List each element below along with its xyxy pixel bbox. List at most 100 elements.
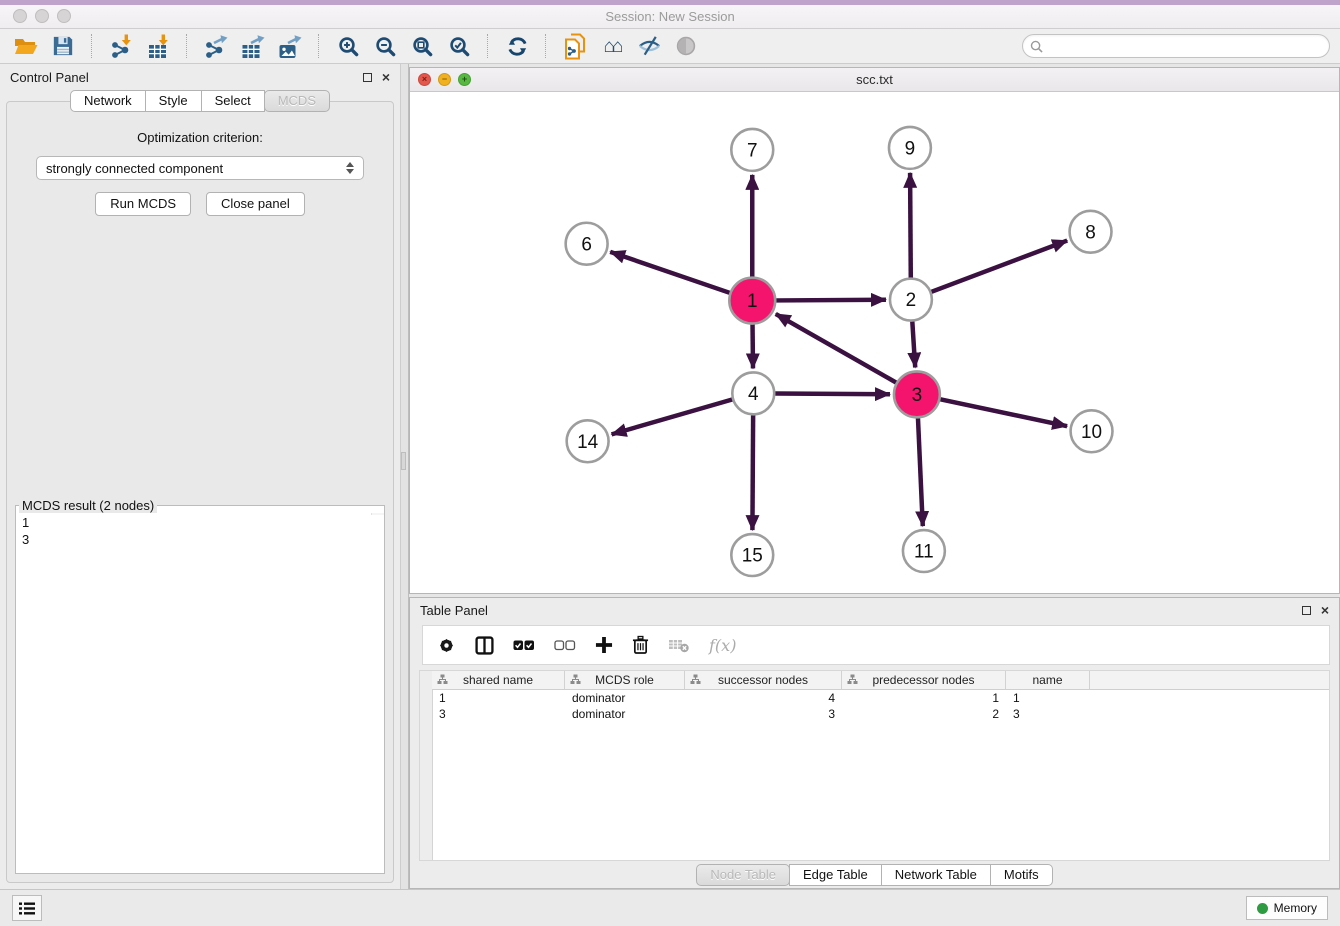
tab-network-table[interactable]: Network Table	[881, 864, 991, 886]
graph-node-2[interactable]: 2	[890, 279, 932, 321]
table-row[interactable]: 3 dominator 3 2 3	[432, 706, 1329, 722]
run-mcds-button[interactable]: Run MCDS	[95, 192, 191, 216]
control-panel-close-icon[interactable]: ×	[382, 70, 390, 84]
table-settings-button[interactable]	[437, 636, 456, 655]
table-panel-float-icon[interactable]	[1302, 606, 1311, 615]
graph-edge-1-6[interactable]	[610, 252, 729, 293]
graph-node-3[interactable]: 3	[894, 371, 940, 417]
tab-style[interactable]: Style	[145, 90, 202, 112]
cell-successor-nodes[interactable]: 4	[685, 691, 842, 705]
close-window-button[interactable]	[13, 9, 27, 23]
unchecked-boxes-icon	[554, 640, 576, 651]
zoom-out-button[interactable]	[369, 32, 401, 60]
cell-shared-name[interactable]: 3	[432, 707, 565, 721]
cell-mcds-role[interactable]: dominator	[565, 691, 685, 705]
cell-predecessor-nodes[interactable]: 1	[842, 691, 1006, 705]
graph-node-9[interactable]: 9	[889, 127, 931, 169]
tab-motifs[interactable]: Motifs	[990, 864, 1053, 886]
result-scrollbar[interactable]	[371, 513, 384, 515]
graph-edge-1-2[interactable]	[776, 300, 886, 301]
graph-node-7[interactable]: 7	[731, 129, 773, 171]
graph-edge-2-9[interactable]	[910, 173, 911, 278]
column-header-shared-name[interactable]: shared name	[432, 671, 565, 689]
graph-edge-3-11[interactable]	[918, 418, 923, 526]
add-column-button[interactable]	[595, 636, 613, 654]
close-panel-button[interactable]: Close panel	[206, 192, 305, 216]
zoom-fit-button[interactable]	[406, 32, 438, 60]
network-maximize-button[interactable]: +	[458, 73, 471, 86]
search-field[interactable]	[1022, 34, 1330, 58]
network-canvas[interactable]: 7 9 6 8 1 2 4 3 14 10 15 11	[410, 92, 1339, 593]
import-network-button[interactable]	[105, 32, 137, 60]
column-header-successor-nodes[interactable]: successor nodes	[685, 671, 842, 689]
graph-node-1[interactable]: 1	[729, 278, 775, 324]
graph-node-11[interactable]: 11	[903, 530, 945, 572]
mcds-result-text[interactable]: 1 3	[16, 513, 384, 515]
minimize-window-button[interactable]	[35, 9, 49, 23]
cell-name[interactable]: 1	[1006, 691, 1090, 705]
column-header-name[interactable]: name	[1006, 671, 1090, 689]
graph-edge-3-1[interactable]	[776, 314, 896, 383]
export-table-button[interactable]	[237, 32, 269, 60]
tab-network[interactable]: Network	[70, 90, 146, 112]
panel-splitter[interactable]	[400, 64, 409, 889]
graph-node-10[interactable]: 10	[1071, 410, 1113, 452]
graph-edge-2-3[interactable]	[912, 322, 915, 368]
delete-table-button[interactable]	[668, 637, 690, 653]
cell-shared-name[interactable]: 1	[432, 691, 565, 705]
graph-edge-4-3[interactable]	[775, 394, 890, 395]
zoom-window-button[interactable]	[57, 9, 71, 23]
save-session-button[interactable]	[47, 32, 79, 60]
cell-mcds-role[interactable]: dominator	[565, 707, 685, 721]
tab-mcds[interactable]: MCDS	[264, 90, 330, 112]
cell-predecessor-nodes[interactable]: 2	[842, 707, 1006, 721]
clone-network-button[interactable]	[559, 32, 591, 60]
cell-name[interactable]: 3	[1006, 707, 1090, 721]
select-all-button[interactable]	[513, 640, 535, 651]
graph-node-6[interactable]: 6	[566, 223, 608, 265]
zoom-selected-button[interactable]	[443, 32, 475, 60]
deselect-all-button[interactable]	[554, 640, 576, 651]
network-close-button[interactable]: ×	[418, 73, 431, 86]
cell-successor-nodes[interactable]: 3	[685, 707, 842, 721]
zoom-in-button[interactable]	[332, 32, 364, 60]
export-network-button[interactable]	[200, 32, 232, 60]
graph-node-15[interactable]: 15	[731, 534, 773, 576]
graph-node-14[interactable]: 14	[567, 420, 609, 462]
task-history-button[interactable]	[12, 895, 42, 921]
columns-icon	[475, 636, 494, 655]
hide-selected-button[interactable]	[633, 32, 665, 60]
table-row[interactable]: 1 dominator 4 1 1	[432, 690, 1329, 706]
open-session-button[interactable]	[10, 32, 42, 60]
tab-edge-table[interactable]: Edge Table	[789, 864, 882, 886]
import-table-button[interactable]	[142, 32, 174, 60]
graph-node-label: 14	[577, 432, 598, 453]
graph-edge-4-15[interactable]	[752, 415, 753, 530]
node-table[interactable]: shared name MCDS role successor nodes	[419, 670, 1330, 861]
table-panel-close-icon[interactable]: ×	[1321, 603, 1329, 617]
delete-column-button[interactable]	[632, 635, 649, 655]
control-panel-float-icon[interactable]	[363, 73, 372, 82]
tab-select[interactable]: Select	[201, 90, 265, 112]
graph-edge-4-14[interactable]	[612, 399, 733, 434]
search-input[interactable]	[1048, 38, 1322, 54]
show-all-button[interactable]	[670, 32, 702, 60]
splitter-grip-icon[interactable]	[401, 452, 406, 470]
show-columns-button[interactable]	[475, 636, 494, 655]
graph-node-4[interactable]: 4	[732, 372, 774, 414]
network-minimize-button[interactable]: −	[438, 73, 451, 86]
column-header-mcds-role[interactable]: MCDS role	[565, 671, 685, 689]
group-nodes-button[interactable]: ⌂⌂	[596, 32, 628, 60]
memory-button[interactable]: Memory	[1246, 896, 1328, 920]
graph-node-8[interactable]: 8	[1070, 211, 1112, 253]
tab-node-table[interactable]: Node Table	[696, 864, 790, 886]
network-graph[interactable]: 7 9 6 8 1 2 4 3 14 10 15 11	[410, 92, 1339, 593]
column-header-predecessor-nodes[interactable]: predecessor nodes	[842, 671, 1006, 689]
graph-edge-2-8[interactable]	[931, 241, 1067, 292]
export-image-button[interactable]	[274, 32, 306, 60]
criterion-select[interactable]: strongly connected component	[36, 156, 364, 180]
apply-layout-button[interactable]	[501, 32, 533, 60]
graph-edge-3-10[interactable]	[940, 399, 1067, 426]
toolbar-separator	[487, 34, 489, 58]
function-builder-button[interactable]: f(x)	[709, 636, 736, 655]
